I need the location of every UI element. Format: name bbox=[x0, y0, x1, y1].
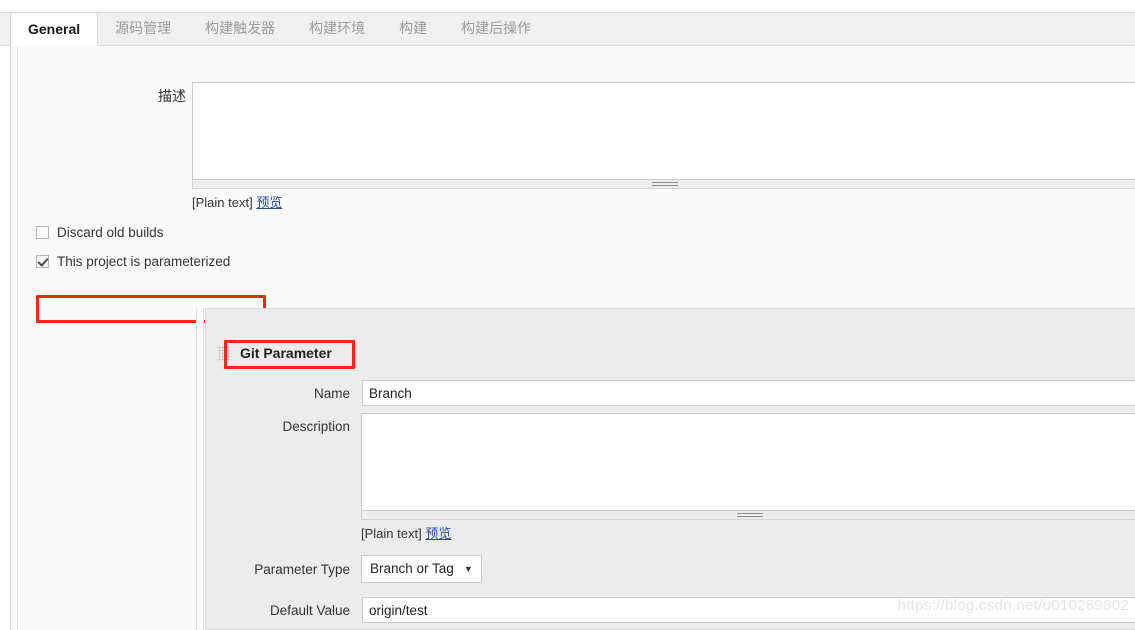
config-form-area: 描述 [Plain text] 预览 Discard old builds Th… bbox=[10, 46, 1135, 630]
description-label: 描述 bbox=[158, 88, 186, 104]
git-parameter-title: Git Parameter bbox=[240, 345, 332, 361]
watermark: https://blog.csdn.net/u010289802 bbox=[897, 597, 1129, 614]
tab-general[interactable]: General bbox=[10, 12, 99, 46]
git-parameter-panel: Git Parameter Name Description [Plain te… bbox=[205, 308, 1135, 630]
git-parameter-gutter bbox=[196, 308, 204, 630]
discard-old-builds-row[interactable]: Discard old builds bbox=[36, 225, 164, 240]
tab-post-build-actions[interactable]: 构建后操作 bbox=[444, 12, 548, 45]
project-parameterized-checkbox[interactable] bbox=[36, 255, 49, 268]
discard-old-builds-label: Discard old builds bbox=[57, 225, 164, 240]
git-parameter-type-value: Branch or Tag bbox=[370, 561, 454, 576]
description-resize-handle[interactable] bbox=[192, 180, 1135, 189]
tab-build[interactable]: 构建 bbox=[382, 12, 444, 45]
git-parameter-description-resize-handle[interactable] bbox=[361, 511, 1135, 520]
project-parameterized-row[interactable]: This project is parameterized bbox=[36, 254, 230, 269]
tab-build-environment[interactable]: 构建环境 bbox=[292, 12, 382, 45]
chevron-down-icon: ▼ bbox=[463, 563, 473, 574]
description-field-wrap: [Plain text] 预览 bbox=[192, 82, 1135, 211]
git-parameter-type-label: Parameter Type bbox=[254, 562, 350, 577]
git-parameter-header[interactable]: Git Parameter bbox=[218, 342, 332, 364]
description-markup-type: [Plain text] bbox=[192, 195, 253, 210]
tab-build-triggers[interactable]: 构建触发器 bbox=[188, 12, 292, 45]
git-parameter-name-input[interactable] bbox=[362, 380, 1135, 406]
git-parameter-default-value-label: Default Value bbox=[269, 603, 350, 618]
project-parameterized-label: This project is parameterized bbox=[57, 254, 231, 269]
git-parameter-description-label: Description bbox=[282, 419, 350, 434]
config-tab-bar: General 源码管理 构建触发器 构建环境 构建 构建后操作 bbox=[0, 12, 1135, 46]
git-parameter-markup-type: [Plain text] bbox=[361, 526, 422, 541]
git-parameter-preview-link[interactable]: 预览 bbox=[425, 526, 451, 541]
drag-grip-icon[interactable] bbox=[218, 345, 231, 361]
git-parameter-description-wrap: [Plain text] 预览 bbox=[361, 413, 1135, 542]
git-parameter-markup-info: [Plain text] 预览 bbox=[361, 523, 1135, 542]
description-textarea[interactable] bbox=[192, 82, 1135, 180]
config-form-inner: 描述 [Plain text] 预览 Discard old builds Th… bbox=[17, 46, 1135, 630]
description-preview-link[interactable]: 预览 bbox=[256, 195, 282, 210]
discard-old-builds-checkbox[interactable] bbox=[36, 226, 49, 239]
git-parameter-name-label: Name bbox=[313, 386, 350, 401]
tab-source-code-management[interactable]: 源码管理 bbox=[98, 12, 188, 45]
description-markup-info: [Plain text] 预览 bbox=[192, 192, 1135, 211]
git-parameter-description-textarea[interactable] bbox=[361, 413, 1135, 511]
git-parameter-type-select[interactable]: Branch or Tag ▼ bbox=[361, 555, 482, 583]
